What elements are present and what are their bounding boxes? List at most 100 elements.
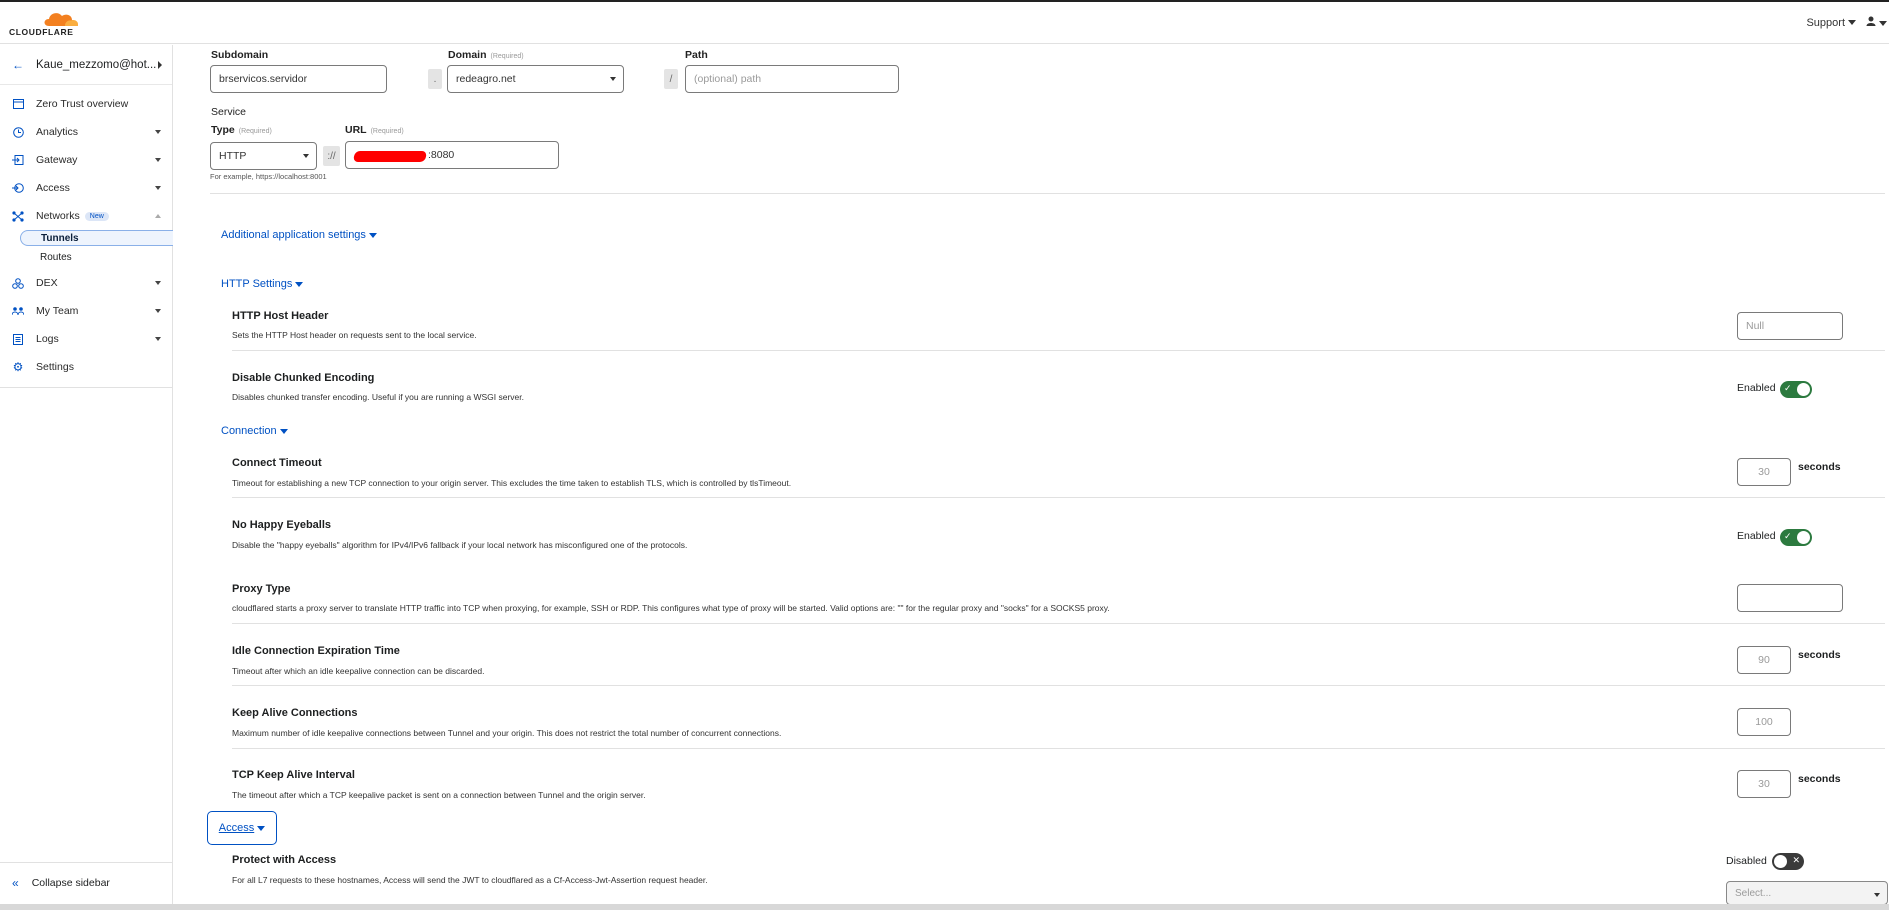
http-settings-toggle[interactable]: HTTP Settings [221, 278, 304, 290]
row-divider [232, 748, 1885, 749]
keep-alive-connections-input[interactable]: 100 [1737, 708, 1791, 736]
disable-chunked-encoding-toggle[interactable]: ✓ [1780, 381, 1812, 398]
setting-title: HTTP Host Header [232, 310, 329, 322]
toggle-knob [1797, 383, 1810, 396]
idle-connection-expiration-input[interactable]: 90 [1737, 646, 1791, 674]
check-icon: ✓ [1784, 531, 1792, 541]
sidebar-item-settings[interactable]: ⚙ Settings [0, 356, 172, 378]
toggle-state-label: Disabled [1726, 855, 1767, 867]
no-happy-eyeballs-toggle[interactable]: ✓ [1780, 529, 1812, 546]
tcp-keep-alive-interval-value: 30 [1758, 778, 1770, 790]
seconds-unit: seconds [1798, 773, 1841, 785]
cloud-icon [44, 13, 78, 26]
double-chevron-left-icon: « [12, 875, 19, 890]
chevron-down-icon [1848, 20, 1856, 26]
protect-with-access-toggle[interactable]: ✕ [1772, 853, 1804, 870]
keep-alive-connections-value: 100 [1755, 716, 1773, 728]
tcp-keep-alive-interval-input[interactable]: 30 [1737, 770, 1791, 798]
sidebar-subitem-routes[interactable]: Routes [20, 249, 173, 265]
chevron-down-icon [368, 232, 377, 238]
type-label: Type (Required) [211, 124, 272, 136]
setting-title: Proxy Type [232, 583, 291, 595]
chevron-down-icon [279, 428, 288, 434]
http-host-header-placeholder: Null [1746, 320, 1765, 332]
connection-toggle[interactable]: Connection [221, 425, 288, 437]
domain-value: redeagro.net [456, 73, 516, 85]
additional-settings-toggle[interactable]: Additional application settings [221, 229, 377, 241]
cloudflare-logo[interactable]: CLOUDFLARE [9, 8, 83, 40]
access-application-select[interactable]: Select... [1726, 881, 1888, 905]
sidebar-item-dex[interactable]: DEX [0, 272, 172, 294]
back-arrow-icon[interactable]: ← [12, 58, 24, 72]
network-icon [12, 210, 24, 222]
window-icon [12, 98, 24, 110]
url-required: (Required) [370, 128, 404, 135]
http-host-header-input[interactable]: Null [1737, 312, 1843, 340]
subdomain-label: Subdomain [211, 49, 269, 61]
domain-select[interactable]: redeagro.net [447, 65, 624, 93]
account-switcher[interactable]: ← Kaue_mezzomo@hot... [0, 45, 172, 85]
sidebar-subitem-label: Routes [40, 251, 72, 263]
gear-icon: ⚙ [12, 360, 24, 374]
chevron-down-icon [155, 281, 161, 285]
header-right: Support [1806, 16, 1889, 29]
horizontal-scrollbar[interactable] [0, 904, 1889, 910]
top-header: CLOUDFLARE Support [0, 2, 1889, 44]
setting-title: Protect with Access [232, 854, 337, 866]
sidebar-item-access[interactable]: Access [0, 177, 172, 199]
row-divider [232, 623, 1885, 624]
url-label: URL (Required) [345, 124, 404, 136]
chevron-down-icon [155, 186, 161, 190]
collapse-sidebar-button[interactable]: « Collapse sidebar [0, 862, 172, 902]
setting-description: For all L7 requests to these hostnames, … [232, 875, 708, 885]
setting-title: Idle Connection Expiration Time [232, 645, 400, 657]
setting-description: Timeout for establishing a new TCP conne… [232, 478, 792, 488]
row-divider [232, 497, 1885, 498]
sidebar-item-gateway[interactable]: Gateway [0, 149, 172, 171]
toggle-knob [1774, 855, 1787, 868]
subdomain-input[interactable]: brservicos.servidor [210, 65, 387, 93]
sidebar-item-label: Access [36, 182, 70, 194]
service-heading: Service [211, 106, 247, 118]
support-menu[interactable]: Support [1806, 17, 1856, 29]
url-label-text: URL [345, 124, 367, 136]
redacted-url-host [353, 151, 427, 162]
scheme-separator: :// [323, 146, 340, 166]
support-label: Support [1806, 16, 1845, 29]
sidebar-item-networks[interactable]: Networks New [0, 205, 172, 227]
sidebar-divider [0, 387, 172, 388]
service-type-select[interactable]: HTTP [210, 142, 317, 170]
additional-settings-label: Additional application settings [221, 229, 366, 241]
seconds-unit: seconds [1798, 461, 1841, 473]
setting-description: Timeout after which an idle keepalive co… [232, 666, 485, 676]
chevron-up-icon [155, 214, 161, 218]
sidebar-item-my-team[interactable]: My Team [0, 300, 172, 322]
path-input[interactable]: (optional) path [685, 65, 899, 93]
sidebar-item-label: Settings [36, 361, 74, 373]
connect-timeout-input[interactable]: 30 [1737, 458, 1791, 486]
chevron-down-icon [257, 825, 266, 831]
sidebar-item-logs[interactable]: Logs [0, 328, 172, 350]
toggle-state-label: Enabled [1737, 382, 1776, 394]
user-menu[interactable] [1866, 16, 1887, 29]
chevron-down-icon [303, 154, 309, 158]
chevron-down-icon [610, 77, 616, 81]
sidebar-item-label: Zero Trust overview [36, 98, 129, 110]
row-divider [232, 685, 1885, 686]
access-section-toggle[interactable]: Access [207, 811, 277, 845]
sidebar-item-analytics[interactable]: Analytics [0, 121, 172, 143]
setting-title: TCP Keep Alive Interval [232, 769, 355, 781]
setting-title: Keep Alive Connections [232, 707, 358, 719]
setting-description: Maximum number of idle keepalive connect… [232, 728, 782, 738]
sidebar-subitem-tunnels[interactable]: Tunnels [20, 230, 173, 246]
main-content: Subdomain brservicos.servidor . Domain (R… [175, 45, 1889, 905]
proxy-type-input[interactable] [1737, 584, 1843, 612]
sidebar-item-zero-trust-overview[interactable]: Zero Trust overview [0, 93, 172, 115]
sidebar-item-label: My Team [36, 305, 79, 317]
setting-title: Connect Timeout [232, 457, 322, 469]
setting-description: The timeout after which a TCP keepalive … [232, 790, 646, 800]
logs-icon [12, 333, 24, 345]
access-application-placeholder: Select... [1735, 887, 1772, 899]
chevron-down-icon [155, 130, 161, 134]
clock-icon [12, 126, 24, 138]
